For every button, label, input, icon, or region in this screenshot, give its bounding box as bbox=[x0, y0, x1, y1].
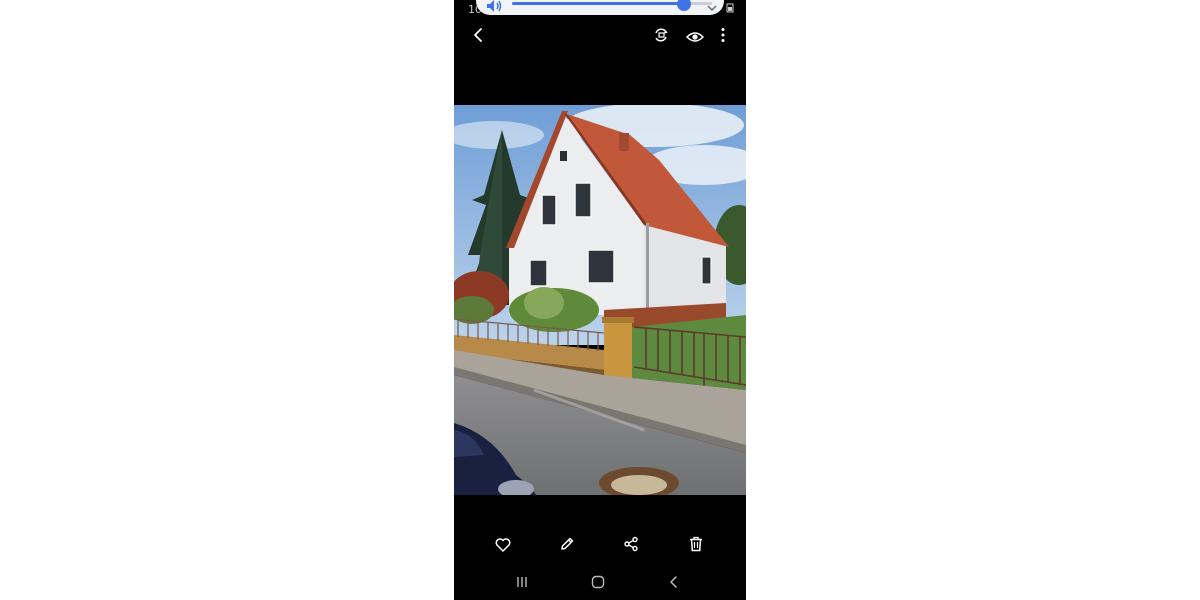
back-button[interactable] bbox=[467, 26, 489, 48]
home-icon bbox=[591, 574, 605, 593]
recents-button[interactable] bbox=[512, 573, 532, 593]
eye-icon bbox=[685, 28, 705, 47]
chevron-down-icon[interactable] bbox=[706, 0, 718, 11]
volume-slider[interactable] bbox=[512, 0, 712, 11]
trash-icon bbox=[689, 536, 703, 556]
back-icon bbox=[668, 574, 680, 593]
pencil-icon bbox=[559, 536, 575, 556]
more-vertical-icon bbox=[721, 27, 725, 47]
phone-screen: 10 bbox=[454, 0, 746, 600]
recents-icon bbox=[515, 574, 529, 593]
heart-icon bbox=[495, 537, 511, 556]
rotate-button[interactable] bbox=[650, 26, 672, 48]
edit-button[interactable] bbox=[556, 535, 578, 557]
volume-fill bbox=[512, 2, 684, 5]
chevron-left-icon bbox=[471, 27, 485, 47]
home-button[interactable] bbox=[588, 573, 608, 593]
share-button[interactable] bbox=[620, 535, 642, 557]
volume-icon[interactable] bbox=[486, 0, 504, 12]
rotate-icon bbox=[653, 27, 669, 47]
favorite-button[interactable] bbox=[492, 535, 514, 557]
volume-panel[interactable] bbox=[476, 0, 724, 15]
share-icon bbox=[623, 536, 639, 556]
more-options-button[interactable] bbox=[712, 26, 734, 48]
delete-button[interactable] bbox=[685, 535, 707, 557]
nav-back-button[interactable] bbox=[664, 573, 684, 593]
house-photo[interactable] bbox=[454, 105, 746, 495]
view-button[interactable] bbox=[684, 26, 706, 48]
battery-icon bbox=[726, 3, 734, 16]
volume-thumb[interactable] bbox=[677, 0, 691, 11]
